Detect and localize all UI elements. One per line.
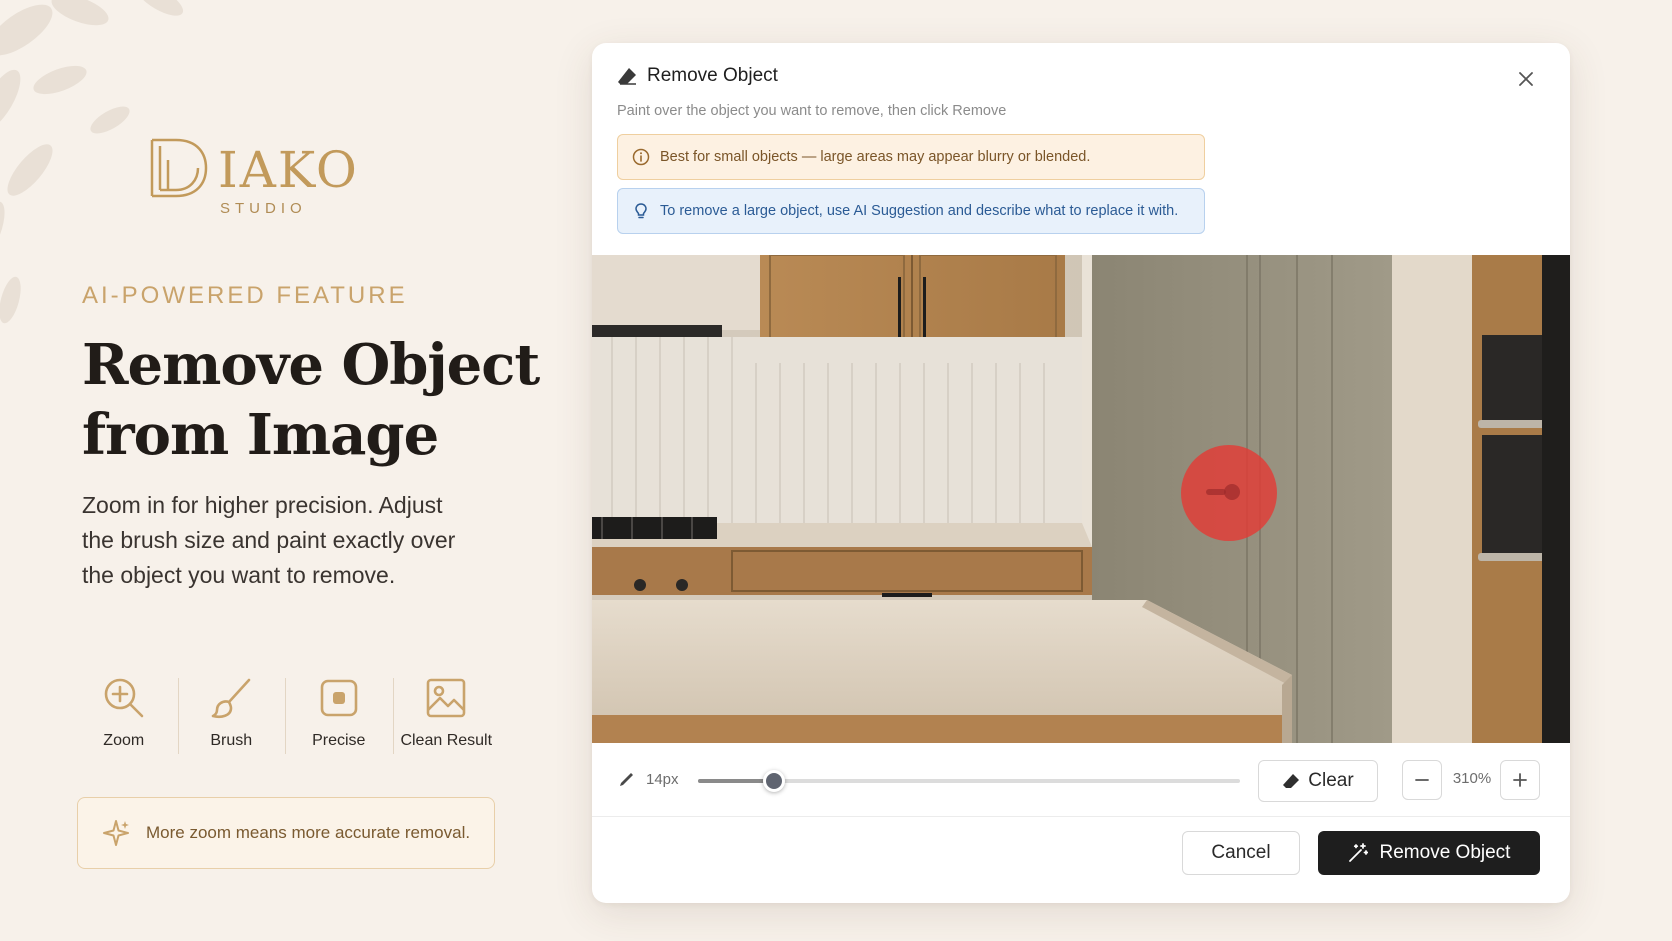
feature-list: Zoom Brush Precise Clean Result xyxy=(70,676,500,756)
tip-text: More zoom means more accurate removal. xyxy=(146,823,471,842)
dialog-subtitle: Paint over the object you want to remove… xyxy=(617,103,1007,119)
image-canvas[interactable] xyxy=(592,255,1570,743)
dialog-header: Remove Object xyxy=(617,65,778,87)
zoom-level: 310% xyxy=(1452,770,1492,787)
feature-eyebrow: AI-POWERED FEATURE xyxy=(82,282,408,309)
sparkle-icon xyxy=(103,820,129,846)
kitchen-image xyxy=(592,255,1570,743)
brush-toolbar: 14px Clear 310% xyxy=(592,743,1570,817)
feature-brush: Brush xyxy=(177,676,286,756)
brush-size-label: 14px xyxy=(646,771,679,788)
lightbulb-icon xyxy=(635,203,647,219)
feature-precise: Precise xyxy=(285,676,393,756)
target-square-icon xyxy=(320,679,358,717)
warning-text: Best for small objects — large areas may… xyxy=(660,149,1091,165)
remove-object-dialog: Remove Object Paint over the object you … xyxy=(592,43,1570,903)
brand-logo: IAKO STUDIO xyxy=(148,134,368,224)
magic-wand-icon xyxy=(1348,843,1368,862)
clear-button[interactable]: Clear xyxy=(1258,760,1378,802)
headline-line2: from Image xyxy=(82,402,439,468)
hero-description: Zoom in for higher precision. Adjust the… xyxy=(82,492,456,588)
feature-label: Clean Result xyxy=(400,732,493,749)
left-panel: IAKO STUDIO AI-POWERED FEATURE Remove Ob… xyxy=(0,0,560,941)
logo-d-mark-icon xyxy=(150,138,208,198)
feature-label: Brush xyxy=(210,732,253,749)
zoom-out-button[interactable] xyxy=(1402,760,1442,800)
brand-sub: STUDIO xyxy=(220,200,307,217)
hero-headline: Remove Object from Image xyxy=(82,330,552,470)
remove-object-button[interactable]: Remove Object xyxy=(1318,831,1540,875)
headline-line1: Remove Object xyxy=(82,332,540,398)
warning-alert: Best for small objects — large areas may… xyxy=(617,134,1205,180)
close-icon xyxy=(1519,72,1533,86)
minus-icon xyxy=(1415,779,1429,781)
brush-icon xyxy=(211,678,251,719)
info-alert: To remove a large object, use AI Suggest… xyxy=(617,188,1205,234)
zoom-tip-box: More zoom means more accurate removal. xyxy=(77,797,495,869)
dialog-footer: Cancel Remove Object xyxy=(592,818,1570,903)
remove-object-label: Remove Object xyxy=(1379,842,1511,863)
info-circle-icon xyxy=(632,148,650,166)
feature-zoom: Zoom xyxy=(70,676,178,756)
eraser-icon xyxy=(618,68,636,85)
dialog-title: Remove Object xyxy=(647,65,778,86)
feature-clean-result: Clean Result xyxy=(392,676,501,756)
info-text: To remove a large object, use AI Suggest… xyxy=(660,203,1179,219)
brush-size-slider[interactable] xyxy=(698,770,1240,792)
pencil-icon xyxy=(620,773,633,786)
brand-name: IAKO xyxy=(218,141,359,199)
feature-label: Zoom xyxy=(103,732,145,749)
slider-thumb[interactable] xyxy=(763,770,785,792)
zoom-in-icon xyxy=(104,678,144,718)
clear-label: Clear xyxy=(1308,770,1354,791)
image-icon xyxy=(426,678,466,718)
eraser-icon xyxy=(1283,774,1300,788)
cancel-button[interactable]: Cancel xyxy=(1182,831,1300,875)
feature-label: Precise xyxy=(312,732,366,749)
plus-icon xyxy=(1513,773,1527,787)
close-button[interactable] xyxy=(1512,65,1540,93)
zoom-in-button[interactable] xyxy=(1500,760,1540,800)
